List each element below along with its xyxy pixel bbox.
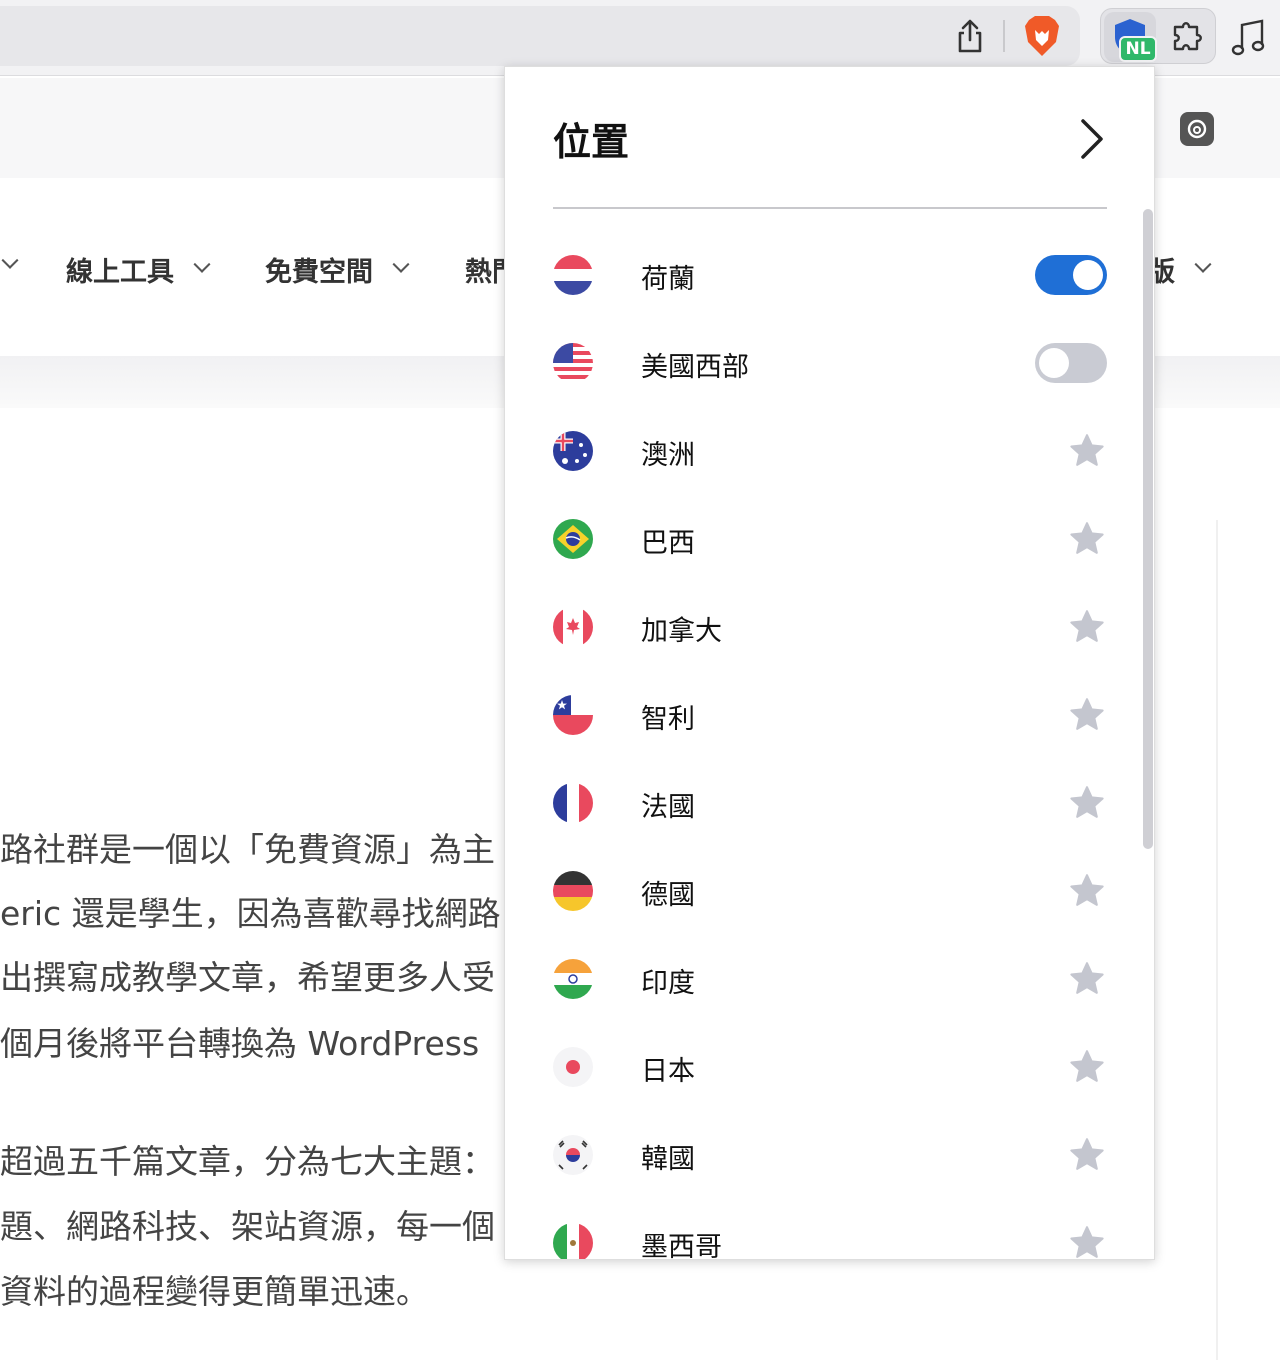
location-row-korea[interactable]: 韓國 — [505, 1115, 1154, 1203]
toolbar-separator — [1003, 20, 1005, 52]
favorite-star-icon[interactable] — [1067, 1047, 1107, 1087]
favorite-star-icon[interactable] — [1067, 783, 1107, 823]
intro-paragraph-line: eric 還是學生，因為喜歡尋找網路 — [0, 894, 501, 933]
location-row-brazil[interactable]: 巴西 — [505, 499, 1154, 587]
favorite-star-icon[interactable] — [1067, 431, 1107, 471]
threads-icon[interactable] — [1180, 112, 1214, 146]
intro-paragraph-line: 題、網路科技、架站資源，每一個 — [0, 1207, 495, 1246]
nav-item-free-space[interactable]: 免費空間 — [265, 250, 410, 289]
mexico-flag-icon — [553, 1223, 593, 1259]
location-row-usa-west[interactable]: 美國西部 — [505, 323, 1154, 411]
sidebar-divider — [1216, 520, 1218, 1360]
location-row-netherlands[interactable]: 荷蘭 — [505, 235, 1154, 323]
favorite-star-icon[interactable] — [1067, 871, 1107, 911]
location-label: 荷蘭 — [641, 264, 695, 295]
favorite-star-icon[interactable] — [1067, 959, 1107, 999]
toggle-knob — [1039, 348, 1069, 378]
favorite-star-icon[interactable] — [1067, 695, 1107, 735]
location-toggle[interactable] — [1035, 343, 1107, 383]
popup-title: 位置 — [553, 120, 630, 164]
intro-paragraph-line: 超過五千篇文章，分為七大主題： — [0, 1142, 495, 1181]
nav-item-edition[interactable]: 版 — [1148, 250, 1212, 289]
location-label: 韓國 — [641, 1144, 695, 1175]
japan-flag-icon — [553, 1047, 593, 1087]
share-icon[interactable] — [950, 14, 990, 58]
location-row-france[interactable]: 法國 — [505, 763, 1154, 851]
location-row-chile[interactable]: 智利 — [505, 675, 1154, 763]
chevron-down-icon — [1194, 255, 1212, 273]
favorite-star-icon[interactable] — [1067, 519, 1107, 559]
vpn-country-badge: NL — [1119, 36, 1157, 62]
location-row-mexico[interactable]: 墨西哥 — [505, 1203, 1154, 1260]
intro-paragraph-line: 出撰寫成教學文章，希望更多人受 — [0, 958, 495, 997]
chevron-down-icon — [193, 255, 211, 273]
intro-paragraph-line: 路社群是一個以「免費資源」為主 — [0, 830, 495, 869]
location-label: 澳洲 — [641, 440, 695, 471]
location-label: 德國 — [641, 880, 695, 911]
popup-divider — [553, 207, 1107, 209]
korea-flag-icon — [553, 1135, 593, 1175]
favorite-star-icon[interactable] — [1067, 1223, 1107, 1259]
location-row-india[interactable]: 印度 — [505, 939, 1154, 1027]
usa-flag-icon — [553, 343, 593, 383]
chile-flag-icon — [553, 695, 593, 735]
location-label: 日本 — [641, 1056, 695, 1087]
australia-flag-icon — [553, 431, 593, 471]
netherlands-flag-icon — [553, 255, 593, 295]
location-label: 墨西哥 — [641, 1232, 722, 1260]
location-row-canada[interactable]: 加拿大 — [505, 587, 1154, 675]
location-label: 智利 — [641, 704, 695, 735]
chevron-down-icon — [1, 251, 19, 269]
france-flag-icon — [553, 783, 593, 823]
music-note-icon[interactable] — [1226, 14, 1270, 62]
location-row-japan[interactable]: 日本 — [505, 1027, 1154, 1115]
location-toggle[interactable] — [1035, 255, 1107, 295]
nav-item-label: 線上工具 — [66, 257, 174, 288]
brave-lion-icon[interactable] — [1020, 12, 1064, 60]
canada-flag-icon — [553, 607, 593, 647]
brazil-flag-icon — [553, 519, 593, 559]
india-flag-icon — [553, 959, 593, 999]
nav-item-label: 免費空間 — [265, 257, 373, 288]
vpn-location-popup: 位置 荷蘭 美國西部 澳洲 巴西 加拿大 智利 法國 德國 印度 日本 韓國 墨… — [504, 66, 1155, 1260]
location-row-australia[interactable]: 澳洲 — [505, 411, 1154, 499]
germany-flag-icon — [553, 871, 593, 911]
favorite-star-icon[interactable] — [1067, 1135, 1107, 1175]
intro-paragraph-line: 資料的過程變得更簡單迅速。 — [0, 1272, 429, 1311]
nav-item-tools[interactable]: 線上工具 — [66, 250, 211, 289]
location-label: 法國 — [641, 792, 695, 823]
chevron-down-icon — [392, 255, 410, 273]
chevron-right-icon[interactable] — [1071, 117, 1111, 161]
location-label: 印度 — [641, 968, 695, 999]
location-label: 美國西部 — [641, 352, 749, 383]
toggle-knob — [1073, 260, 1103, 290]
address-bar[interactable] — [0, 6, 1080, 66]
location-label: 巴西 — [641, 528, 695, 559]
browser-toolbar: NL — [0, 0, 1280, 76]
location-label: 加拿大 — [641, 616, 722, 647]
location-row-germany[interactable]: 德國 — [505, 851, 1154, 939]
favorite-star-icon[interactable] — [1067, 607, 1107, 647]
puzzle-icon[interactable] — [1164, 12, 1212, 60]
intro-paragraph-line: 個月後將平台轉換為 WordPress — [0, 1024, 480, 1063]
